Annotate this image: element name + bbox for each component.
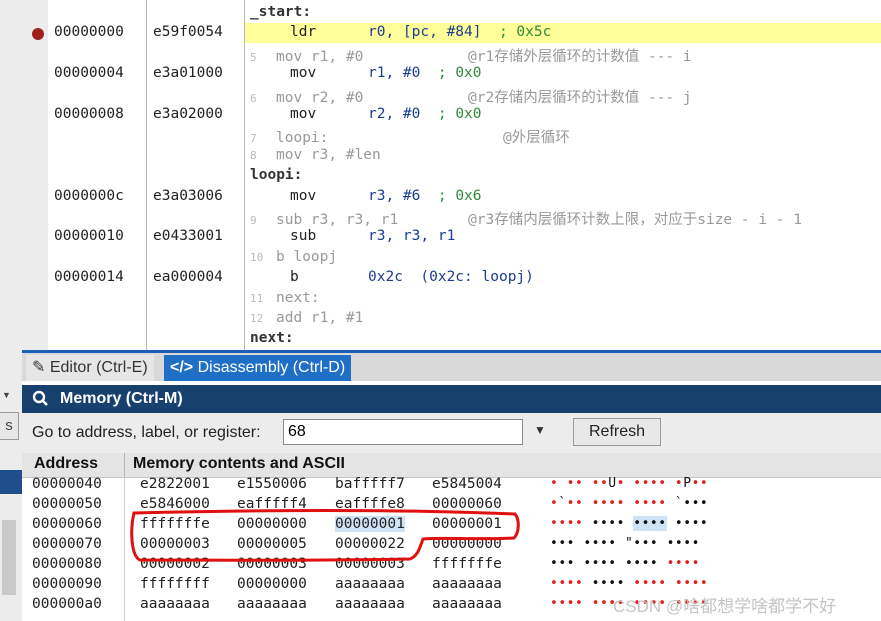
watermark-text: CSDN @啥都想学啥都学不好 [613, 597, 837, 616]
red-annotation-outline [130, 508, 520, 562]
